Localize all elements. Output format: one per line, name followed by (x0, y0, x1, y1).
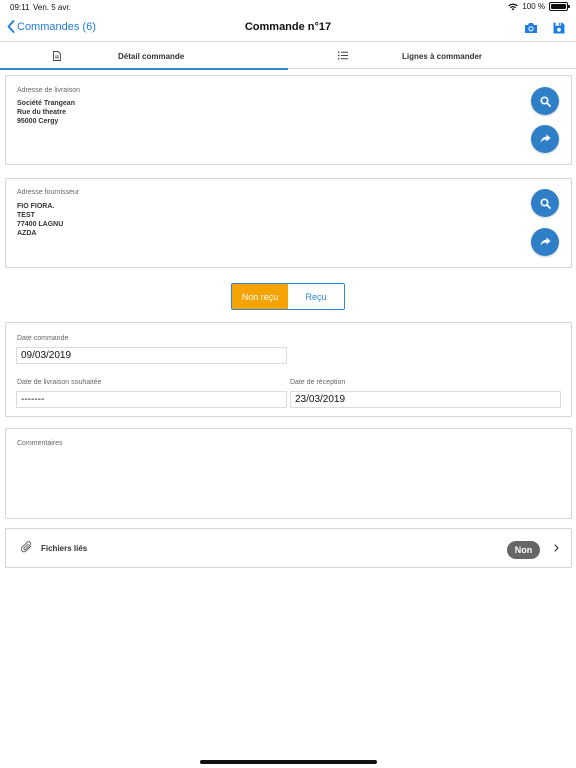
delivery-address: Société Trangean Rue du theatre 95000 Ce… (17, 99, 75, 126)
linked-files-label: Fichiers liés (41, 544, 88, 553)
linked-files-row[interactable]: Fichiers liés Non (5, 528, 572, 568)
supplier-address-label: Adresse fournisseur (17, 189, 80, 196)
share-arrow-icon (540, 237, 550, 246)
reception-status-toggle: Non reçu Reçu (231, 283, 345, 310)
order-date-label: Date commande (17, 335, 69, 342)
wifi-icon (508, 3, 519, 10)
camera-button[interactable] (523, 20, 539, 36)
tab-detail[interactable]: Détail commande (0, 43, 288, 70)
delivery-address-card: Adresse de livraison Société Trangean Ru… (5, 75, 572, 165)
home-indicator[interactable] (200, 760, 377, 764)
battery-percent: 100 % (522, 2, 545, 11)
supplier-address-card: Adresse fournisseur FIO FIORA. TEST 7740… (5, 178, 572, 268)
supplier-address: FIO FIORA. TEST 77400 LAGNU AZDA (17, 202, 63, 238)
received-option[interactable]: Reçu (288, 284, 344, 309)
page-title: Commande n°17 (244, 21, 332, 33)
linked-files-badge: Non (507, 541, 540, 559)
search-icon (539, 95, 551, 107)
tab-lines[interactable]: Lignes à commander (288, 43, 576, 69)
delivery-address-line: 95000 Cergy (17, 118, 59, 125)
tab-detail-label: Détail commande (118, 52, 185, 61)
order-date-field[interactable]: 09/03/2019 (16, 347, 287, 364)
chevron-right-icon (554, 544, 559, 552)
supplier-address-line: 77400 LAGNU (17, 221, 64, 228)
supplier-address-line: FIO FIORA. (17, 203, 55, 210)
delivery-search-button[interactable] (531, 87, 559, 115)
comments-card[interactable]: Commentaires (5, 428, 572, 519)
status-bar: 09:11 Ven. 5 avr. 100 % (0, 0, 576, 14)
save-button[interactable] (551, 20, 567, 36)
supplier-share-button[interactable] (531, 228, 559, 256)
status-date: Ven. 5 avr. (33, 3, 71, 12)
tab-bar: Détail commande Lignes à commander (0, 43, 576, 70)
comments-label: Commentaires (17, 440, 63, 447)
camera-icon (525, 23, 537, 33)
status-right: 100 % (508, 2, 570, 11)
delivery-address-line: Rue du theatre (17, 109, 67, 116)
nav-bar: Commandes (6) Commande n°17 (0, 14, 576, 42)
search-icon (539, 197, 551, 209)
list-icon (338, 51, 348, 60)
supplier-address-line: TEST (17, 212, 35, 219)
battery-icon (549, 2, 570, 11)
document-icon (53, 51, 61, 61)
paperclip-icon (21, 541, 32, 553)
reception-date-label: Date de réception (290, 379, 346, 386)
reception-date-field[interactable]: 23/03/2019 (290, 391, 561, 408)
wished-delivery-date-label: Date de livraison souhaitée (17, 379, 102, 386)
status-time: 09:11 (10, 3, 30, 12)
supplier-search-button[interactable] (531, 189, 559, 217)
share-arrow-icon (540, 134, 550, 143)
delivery-address-label: Adresse de livraison (17, 87, 81, 94)
delivery-address-line: Société Trangean (17, 100, 75, 107)
supplier-address-line: AZDA (17, 230, 37, 237)
wished-delivery-date-field[interactable]: ------- (16, 391, 287, 408)
floppy-disk-icon (553, 22, 565, 34)
dates-card: Date commande 09/03/2019 Date de livrais… (5, 322, 572, 417)
delivery-share-button[interactable] (531, 125, 559, 153)
tab-lines-label: Lignes à commander (402, 52, 483, 61)
not-received-option[interactable]: Non reçu (232, 284, 288, 309)
